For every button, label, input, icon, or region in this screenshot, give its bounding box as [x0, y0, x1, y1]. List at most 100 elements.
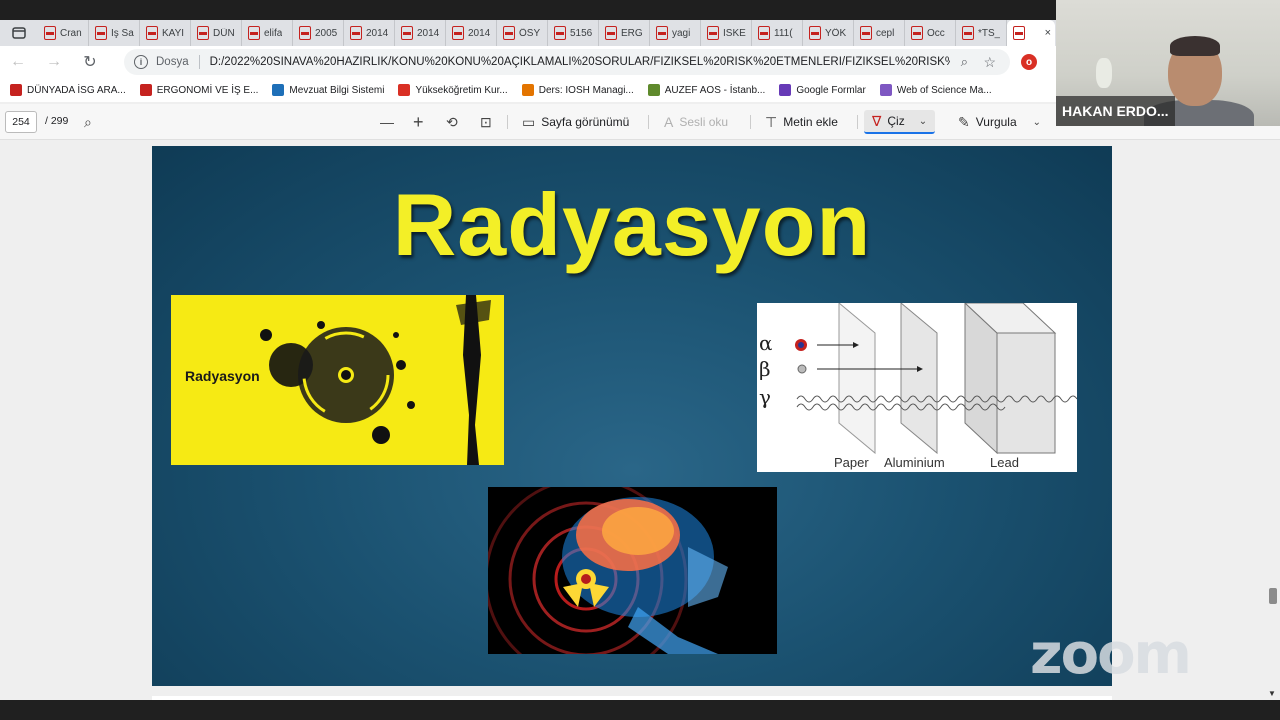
- pdf-icon: [605, 26, 617, 40]
- tab[interactable]: 2005: [293, 20, 344, 46]
- extension-icon[interactable]: o: [1021, 54, 1037, 70]
- find-icon[interactable]: ⌕: [84, 110, 92, 134]
- pdf-viewer[interactable]: Radyasyon Radyasyon α β γ Paper Aluminiu…: [0, 140, 1280, 700]
- bookmark-icon: [139, 84, 152, 96]
- divider: [750, 115, 751, 129]
- tab[interactable]: 2014: [395, 20, 446, 46]
- pdf-icon: [656, 26, 668, 40]
- person-hair: [1170, 36, 1220, 56]
- fit-page-icon[interactable]: ⊡: [480, 110, 492, 134]
- draw-icon: ∇: [872, 112, 882, 129]
- zoom-out-icon[interactable]: —: [380, 110, 394, 134]
- tab-actions-button[interactable]: [0, 20, 38, 46]
- bookmark-item[interactable]: AUZEF AOS - İstanb...: [647, 84, 765, 96]
- url-scheme: Dosya: [156, 56, 189, 68]
- tab[interactable]: Occ: [905, 20, 956, 46]
- pdf-icon: [299, 26, 311, 40]
- tab[interactable]: *TS_: [956, 20, 1007, 46]
- lead-label: Lead: [990, 455, 1019, 470]
- add-text-icon: ⊤: [765, 113, 778, 130]
- vertical-scrollbar[interactable]: ▼: [1266, 140, 1280, 700]
- bookmark-icon: [272, 84, 285, 96]
- pdf-icon: [911, 26, 923, 40]
- back-icon[interactable]: ←: [0, 46, 36, 78]
- read-aloud-button[interactable]: A Sesli oku: [664, 110, 728, 134]
- draw-button[interactable]: ∇ Çiz ⌄: [864, 110, 936, 134]
- tab-active[interactable]: ×: [1007, 20, 1055, 46]
- omnibox[interactable]: i Dosya D:/2022%20SINAVA%20HAZIRLIK/KONU…: [124, 49, 1010, 75]
- close-tab-icon[interactable]: ×: [1045, 27, 1055, 39]
- pdf-icon: [1013, 26, 1025, 40]
- tab[interactable]: KAYI: [140, 20, 191, 46]
- tab-title: 5156: [570, 27, 593, 39]
- tab-strip: Cran İş Sa KAYI DÜN elifa 2005 2014 2014 2014 ÖSY…: [0, 20, 1056, 46]
- page-view-button[interactable]: ▭ Sayfa görünümü: [522, 110, 629, 134]
- tab[interactable]: elifa: [242, 20, 293, 46]
- tab[interactable]: 5156: [548, 20, 599, 46]
- bookmark-item[interactable]: Mevzuat Bilgi Sistemi: [272, 84, 384, 96]
- tab-title: 2014: [417, 27, 440, 39]
- bookmark-item[interactable]: DÜNYADA İSG ARA...: [10, 84, 126, 96]
- bookmark-item[interactable]: ERGONOMİ VE İŞ E...: [139, 84, 259, 96]
- tab[interactable]: yagi: [650, 20, 701, 46]
- bookmark-item[interactable]: Ders: IOSH Managi...: [521, 84, 634, 96]
- scrollbar-thumb[interactable]: [1269, 588, 1277, 604]
- tab[interactable]: cepl: [854, 20, 905, 46]
- read-aloud-label: Sesli oku: [679, 115, 729, 129]
- tab[interactable]: YÖK: [803, 20, 854, 46]
- reload-icon[interactable]: ↻: [72, 46, 108, 78]
- forward-icon[interactable]: →: [36, 46, 72, 78]
- tab-title: 2014: [366, 27, 389, 39]
- zoom-watermark: zoom: [1030, 622, 1192, 687]
- bookmark-label: Web of Science Ma...: [896, 84, 992, 96]
- bookmark-label: Mevzuat Bilgi Sistemi: [289, 84, 385, 96]
- pdf-icon: [962, 26, 974, 40]
- bookmark-label: ERGONOMİ VE İŞ E...: [156, 84, 259, 96]
- gamma-symbol: γ: [759, 385, 771, 409]
- add-text-button[interactable]: ⊤ Metin ekle: [765, 110, 838, 134]
- tab-title: elifa: [264, 27, 283, 39]
- address-bar: ← → ↻ i Dosya D:/2022%20SINAVA%20HAZIRLI…: [0, 46, 1056, 78]
- url-text[interactable]: D:/2022%20SINAVA%20HAZIRLIK/KONU%20KONU%…: [210, 56, 950, 68]
- pdf-icon: [146, 26, 158, 40]
- tab-title: Cran: [60, 27, 82, 39]
- tab[interactable]: ERG: [599, 20, 650, 46]
- scroll-down-icon[interactable]: ▼: [1268, 689, 1276, 698]
- chevron-down-icon[interactable]: ⌄: [1033, 117, 1041, 128]
- highlight-button[interactable]: ✎ Vurgula ⌄: [958, 110, 1041, 134]
- bookmark-star-icon[interactable]: ☆: [983, 54, 996, 71]
- tab[interactable]: 111(: [752, 20, 803, 46]
- bookmark-item[interactable]: Google Formlar: [779, 84, 866, 96]
- tab[interactable]: 2014: [344, 20, 395, 46]
- page-total: / 299: [45, 115, 69, 127]
- highlight-icon: ✎: [958, 113, 970, 130]
- chevron-down-icon[interactable]: ⌄: [919, 116, 927, 127]
- divider: [507, 115, 508, 129]
- tab[interactable]: 2014: [446, 20, 497, 46]
- pdf-icon: [44, 26, 56, 40]
- tab[interactable]: Cran: [38, 20, 89, 46]
- pdf-icon: [248, 26, 260, 40]
- rotate-icon[interactable]: ⟲: [446, 110, 458, 134]
- tab[interactable]: DÜN: [191, 20, 242, 46]
- bookmark-item[interactable]: Yükseköğretim Kur...: [398, 84, 508, 96]
- zoom-in-icon[interactable]: +: [413, 110, 424, 134]
- webcam-video: HAKAN ERDO...: [1056, 0, 1280, 126]
- zoom-icon[interactable]: ⌕: [961, 54, 968, 70]
- tab[interactable]: İSKE: [701, 20, 752, 46]
- beta-symbol: β: [759, 357, 771, 381]
- info-icon[interactable]: i: [134, 55, 148, 69]
- divider: [857, 115, 858, 129]
- bookmark-item[interactable]: Web of Science Ma...: [879, 84, 992, 96]
- slide-page: Radyasyon Radyasyon α β γ Paper Aluminiu…: [152, 146, 1112, 686]
- tab[interactable]: ÖSY: [497, 20, 548, 46]
- brain-xray-image: [488, 487, 777, 654]
- bookmark-icon: [521, 84, 534, 96]
- window-icon: [12, 27, 26, 39]
- tab[interactable]: İş Sa: [89, 20, 140, 46]
- tab-title: DÜN: [213, 27, 235, 39]
- bookmark-icon: [398, 84, 411, 96]
- tabs: Cran İş Sa KAYI DÜN elifa 2005 2014 2014 2014 ÖSY…: [38, 20, 1007, 46]
- barriers-graphic: [795, 303, 1077, 455]
- page-number-input[interactable]: 254: [5, 111, 37, 133]
